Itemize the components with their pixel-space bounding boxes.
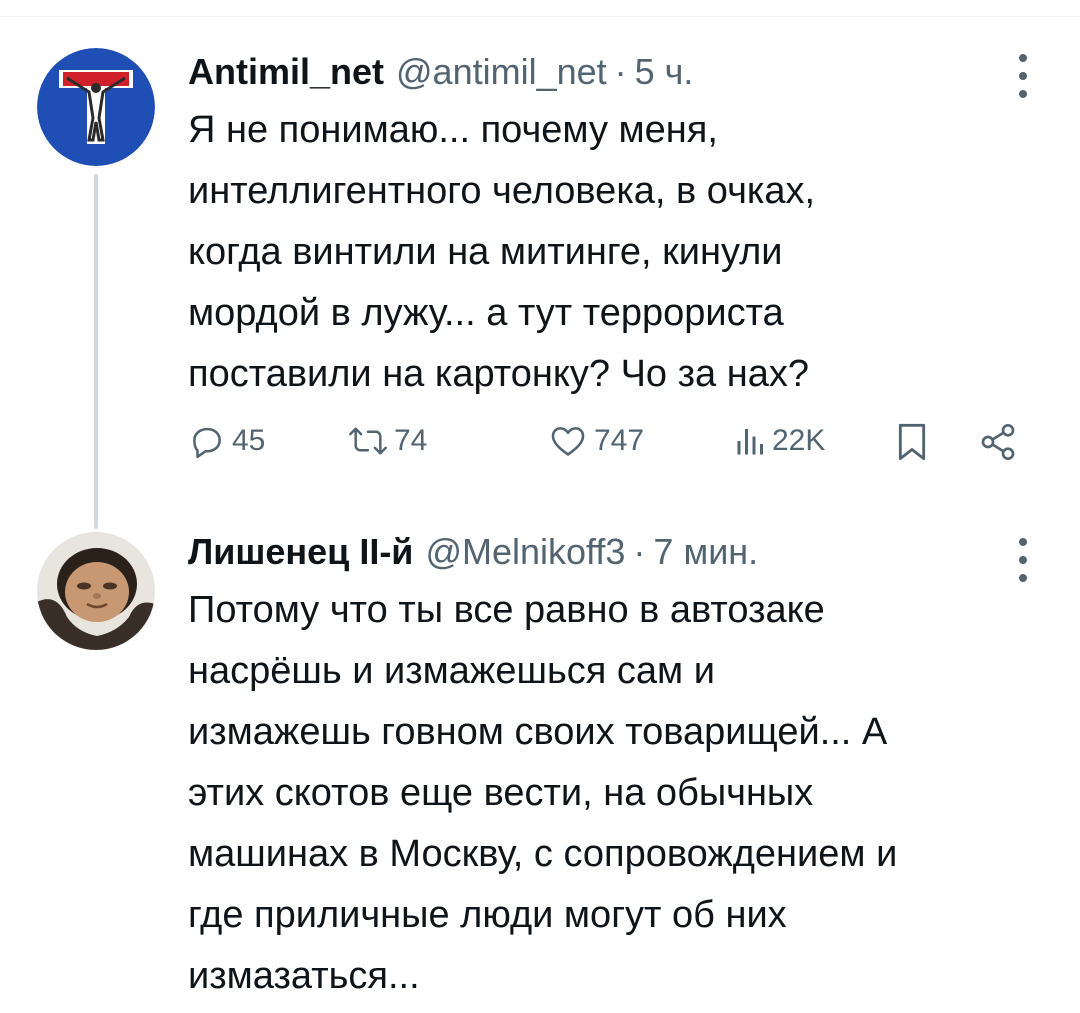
user-handle[interactable]: @Melnikoff3 [425,530,625,574]
more-options-icon[interactable] [1016,54,1030,98]
heart-icon [551,427,585,456]
separator-dot: · [614,51,627,92]
tweet-header: Лишенец II-й @Melnikoff3 · 7 мин. [188,530,1050,574]
separator-dot: · [633,531,646,572]
thread-line [94,174,98,529]
bookmark-icon [898,423,926,461]
like-count: 747 [594,424,645,457]
share-button[interactable] [978,422,1018,462]
reply-button[interactable]: 45 [188,422,265,460]
avatar[interactable] [37,48,155,166]
tweet-body: Лишенец II-й @Melnikoff3 · 7 мин. Потому… [188,530,1050,1007]
tweet-body: Antimil_net @antimil_net · 5 ч. Я не пон… [188,50,1050,405]
tweet-text: Потому что ты все равно в автозаке насрё… [188,589,898,997]
timestamp[interactable]: 5 ч. [635,50,694,94]
user-handle[interactable]: @antimil_net [396,50,607,94]
like-button[interactable]: 747 [548,422,644,460]
tweet-text: Я не понимаю... почему меня, интеллигент… [188,109,816,395]
bar-chart-icon [737,429,763,455]
display-name[interactable]: Antimil_net [188,50,384,94]
share-icon [981,424,1015,460]
tweet-actions: 45 74 747 22K [188,422,1038,466]
user-photo-avatar [37,532,155,650]
tweet[interactable]: Antimil_net @antimil_net · 5 ч. Я не пон… [0,40,1080,529]
timestamp[interactable]: 7 мин. [653,530,758,574]
avatar[interactable] [37,532,155,650]
more-options-icon[interactable] [1016,538,1030,582]
views-count: 22K [772,424,826,457]
bookmark-button[interactable] [894,422,930,462]
reply-count: 45 [232,424,266,457]
display-name[interactable]: Лишенец II-й [188,530,413,574]
repost-icon [349,427,387,455]
tweet-header: Antimil_net @antimil_net · 5 ч. [188,50,1050,94]
repost-count: 74 [394,424,428,457]
repost-button[interactable]: 74 [348,422,427,460]
dead-end-road-sign-icon [37,48,155,166]
tweet[interactable]: Лишенец II-й @Melnikoff3 · 7 мин. Потому… [0,520,1080,1013]
top-divider [0,16,1080,17]
views-button[interactable]: 22K [736,422,825,460]
reply-icon [193,427,221,459]
